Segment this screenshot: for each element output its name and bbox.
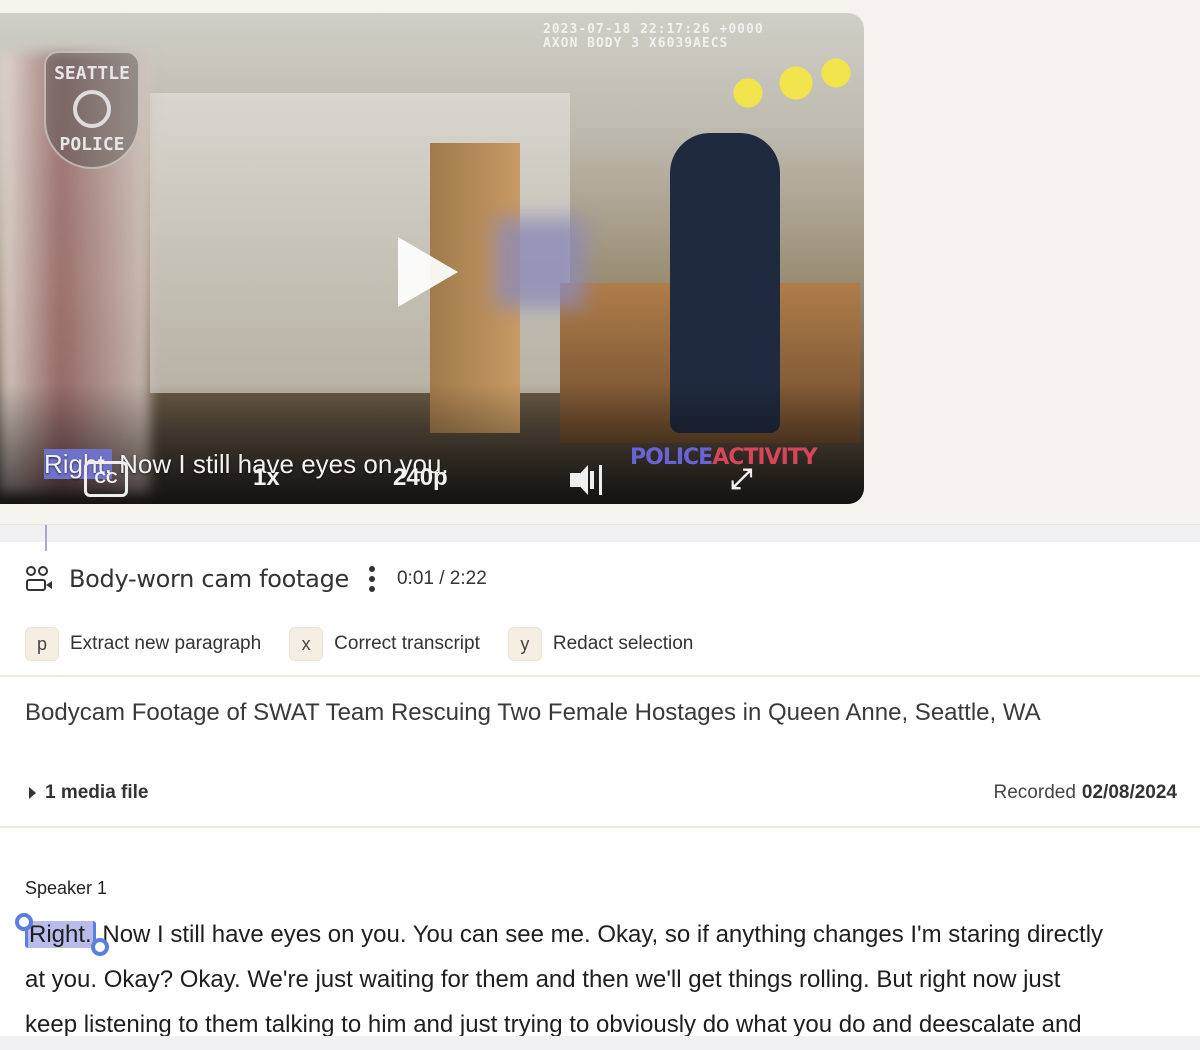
video-frame-blur-face	[495, 218, 585, 308]
fullscreen-icon[interactable]: ⤢	[730, 465, 752, 493]
transcript-paragraph[interactable]: Right. Now I still have eyes on you. You…	[15, 912, 1200, 1047]
transcript-line: Right. Now I still have eyes on you. You…	[15, 912, 1200, 957]
recorded-date: 02/08/2024	[1081, 782, 1177, 803]
selection-start-handle[interactable]	[15, 913, 33, 931]
selection-end-handle[interactable]	[90, 938, 109, 956]
caret-right-icon	[29, 787, 36, 799]
transcript-line: at you. Okay? Okay. We're just waiting f…	[25, 966, 1061, 993]
bottom-edge	[0, 1036, 1200, 1050]
seal-icon	[73, 90, 111, 128]
recorded-label: Recorded	[993, 782, 1076, 803]
shortcut-key: y	[507, 627, 542, 661]
recording-meta: 1 media file Recorded 02/08/2024	[25, 782, 1177, 804]
video-camera-icon	[25, 565, 53, 593]
shortcut-key: p	[25, 627, 59, 661]
badge-text-top: SEATTLE	[54, 63, 130, 84]
playback-speed-button[interactable]: 1x	[253, 464, 280, 492]
media-header: Body-worn cam footage 0:01 / 2:22	[25, 562, 487, 596]
selected-word: Right.	[29, 921, 92, 948]
extract-paragraph-action[interactable]: p Extract new paragraph	[25, 627, 261, 661]
video-frame-decor	[700, 43, 860, 143]
timeline-scrubber[interactable]	[0, 524, 1200, 551]
watermark-logo: POLICEACTIVITY	[630, 445, 818, 470]
redact-selection-action[interactable]: y Redact selection	[507, 627, 694, 661]
divider	[0, 675, 1200, 677]
police-badge-logo: SEATTLE POLICE	[44, 51, 140, 169]
video-player[interactable]: SEATTLE POLICE 2023-07-18 22:17:26 +0000…	[0, 13, 864, 504]
shortcut-actions: p Extract new paragraph x Correct transc…	[25, 627, 721, 661]
action-label: Correct transcript	[334, 633, 480, 654]
action-label: Extract new paragraph	[70, 633, 262, 654]
video-area: SEATTLE POLICE 2023-07-18 22:17:26 +0000…	[0, 0, 1200, 524]
play-icon[interactable]	[398, 237, 458, 307]
playback-time: 0:01 / 2:22	[396, 568, 487, 589]
playhead[interactable]	[45, 525, 47, 551]
device-id-line: AXON BODY 3 X6039AECS	[543, 36, 729, 51]
transcript-text: Now I still have eyes on you. You can se…	[95, 921, 1104, 948]
media-files-toggle[interactable]: 1 media file	[25, 782, 149, 804]
media-title: Body-worn cam footage	[69, 565, 349, 593]
more-options-icon[interactable]	[368, 566, 375, 592]
media-files-label: 1 media file	[45, 782, 149, 803]
recorded-info: Recorded 02/08/2024	[994, 782, 1177, 804]
quality-button[interactable]: 240p	[393, 464, 448, 492]
volume-icon[interactable]	[570, 465, 606, 495]
recording-description: Bodycam Footage of SWAT Team Rescuing Tw…	[25, 699, 1041, 726]
selected-text[interactable]: Right.	[15, 913, 109, 956]
closed-captions-button[interactable]: CC	[84, 461, 128, 497]
divider	[0, 826, 1200, 828]
speaker-label: Speaker 1	[25, 878, 108, 898]
timestamp-line: 2023-07-18 22:17:26 +0000	[543, 22, 764, 37]
badge-text-bottom: POLICE	[59, 134, 125, 155]
bodycam-timestamp: 2023-07-18 22:17:26 +0000 AXON BODY 3 X6…	[543, 23, 764, 51]
shortcut-key: x	[289, 627, 324, 661]
action-label: Redact selection	[552, 633, 694, 654]
correct-transcript-action[interactable]: x Correct transcript	[289, 627, 480, 661]
